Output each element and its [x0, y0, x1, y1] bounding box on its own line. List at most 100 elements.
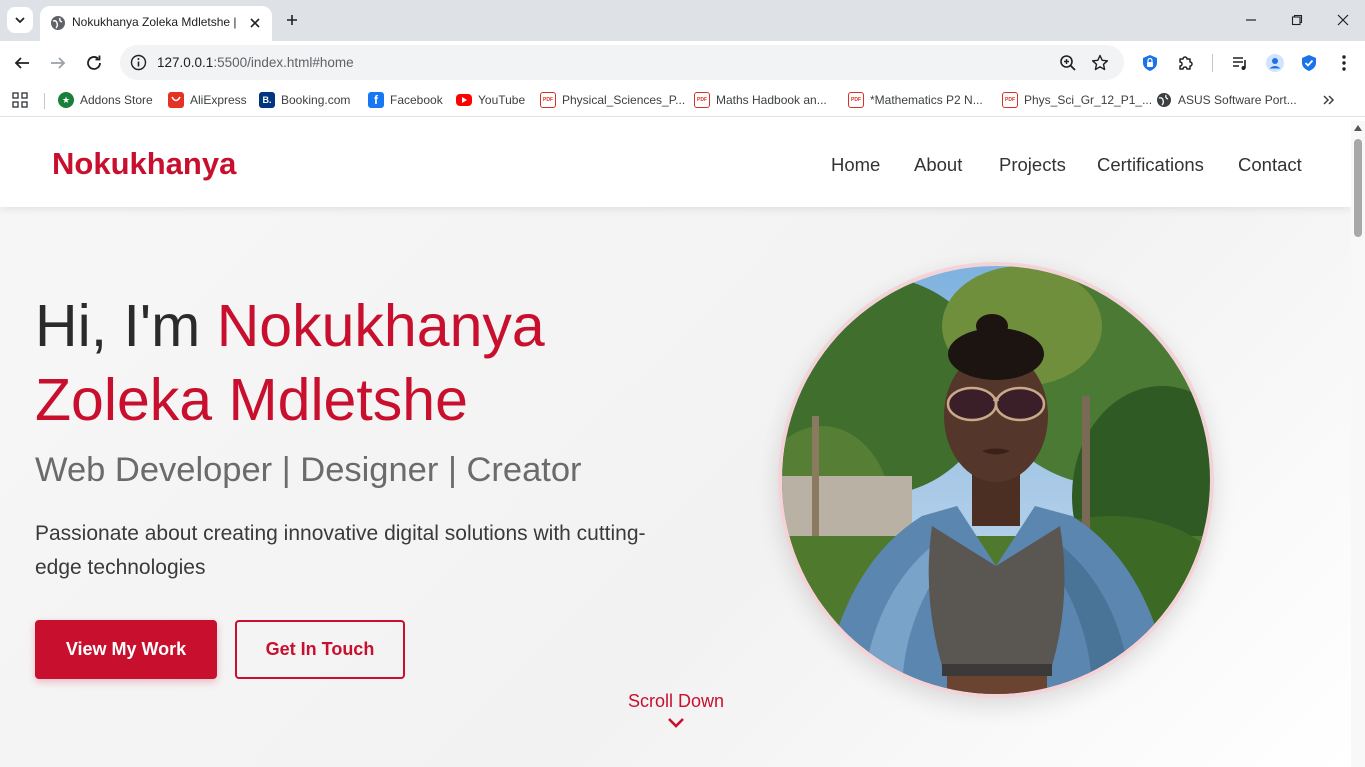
tab-title: Nokukhanya Zoleka Mdletshe | — [72, 15, 237, 29]
shield-check-icon — [1302, 55, 1316, 71]
bookmark-label: Maths Hadbook an... — [716, 93, 827, 107]
plus-icon — [287, 15, 297, 25]
bookmark-label: Phys_Sci_Gr_12_P1_... — [1024, 93, 1153, 107]
close-icon — [250, 18, 260, 28]
nav-link-projects[interactable]: Projects — [999, 154, 1066, 176]
security-extension-button[interactable] — [1297, 51, 1321, 75]
bookmark-maths-handbook[interactable]: PDF Maths Hadbook an... — [694, 91, 827, 109]
back-button[interactable] — [9, 50, 35, 76]
url-text[interactable]: 127.0.0.1:5500/index.html#home — [157, 55, 354, 70]
reload-button[interactable] — [81, 50, 107, 76]
url-path: :5500/index.html#home — [213, 55, 354, 70]
chevron-down-icon — [15, 17, 25, 24]
bookmark-facebook[interactable]: f Facebook — [368, 91, 443, 109]
nav-link-contact[interactable]: Contact — [1238, 154, 1302, 176]
playlist-icon — [1233, 57, 1246, 70]
pdf-icon: PDF — [1002, 92, 1018, 108]
site-header: Nokukhanya Home About Projects Certifica… — [0, 121, 1351, 207]
profile-button[interactable] — [1263, 51, 1287, 75]
restore-icon — [1291, 14, 1303, 26]
pdf-icon: PDF — [694, 92, 710, 108]
more-vert-icon — [1342, 55, 1346, 71]
bookmark-label: YouTube — [478, 93, 526, 107]
bookmark-star-button[interactable] — [1090, 53, 1110, 73]
apps-grid-icon — [12, 92, 28, 108]
bookmark-label: Addons Store — [80, 93, 153, 107]
browser-tab-strip: Nokukhanya Zoleka Mdletshe | — [0, 0, 1365, 41]
active-tab[interactable]: Nokukhanya Zoleka Mdletshe | — [40, 6, 272, 41]
url-host: 127.0.0.1 — [157, 55, 214, 70]
media-controls-button[interactable] — [1228, 51, 1252, 75]
tab-search-button[interactable] — [7, 7, 33, 33]
close-icon — [1337, 14, 1349, 26]
aliexpress-icon — [168, 92, 184, 108]
scroll-up-arrow-icon[interactable] — [1354, 125, 1362, 131]
nav-link-about[interactable]: About — [914, 154, 962, 176]
info-icon[interactable] — [130, 54, 147, 71]
star-icon — [1091, 54, 1109, 71]
nav-link-home[interactable]: Home — [831, 154, 880, 176]
view-my-work-button[interactable]: View My Work — [35, 620, 217, 679]
browser-menu-button[interactable] — [1332, 51, 1356, 75]
extension-shield-button[interactable] — [1138, 51, 1162, 75]
bookmark-label: AliExpress — [190, 93, 247, 107]
new-tab-button[interactable] — [281, 9, 303, 31]
bookmark-asus-software[interactable]: ASUS Software Port... — [1156, 91, 1297, 109]
apps-button[interactable] — [12, 91, 28, 109]
forward-button[interactable] — [45, 50, 71, 76]
youtube-icon — [456, 94, 472, 106]
page-scrollbar[interactable] — [1351, 121, 1365, 767]
arrow-left-icon — [14, 57, 29, 69]
avatar-icon — [1266, 54, 1284, 72]
bookmark-phys-sci-gr12[interactable]: PDF Phys_Sci_Gr_12_P1_... — [1002, 91, 1152, 109]
minimize-icon — [1246, 19, 1256, 21]
bookmark-aliexpress[interactable]: AliExpress — [168, 91, 247, 109]
hero-subtitle: Web Developer | Designer | Creator — [35, 451, 582, 489]
pdf-icon: PDF — [848, 92, 864, 108]
address-bar[interactable]: 127.0.0.1:5500/index.html#home — [120, 45, 1124, 80]
bookmark-label: Facebook — [390, 93, 443, 107]
portrait-illustration — [782, 266, 1210, 694]
scrollbar-thumb[interactable] — [1354, 139, 1362, 237]
close-window-button[interactable] — [1330, 8, 1356, 32]
shield-lock-icon — [1143, 55, 1157, 71]
bookmark-youtube[interactable]: YouTube — [456, 91, 525, 109]
bookmark-mathematics-p2[interactable]: PDF *Mathematics P2 N... — [848, 91, 983, 109]
hero-description: Passionate about creating innovative dig… — [35, 522, 646, 579]
double-chevron-right-icon — [1323, 95, 1335, 105]
pdf-icon: PDF — [540, 92, 556, 108]
bookmark-label: *Mathematics P2 N... — [870, 93, 983, 107]
bookmark-label: ASUS Software Port... — [1178, 93, 1297, 107]
hero-greeting: Hi, I'm — [35, 293, 217, 359]
zoom-in-icon — [1060, 55, 1076, 71]
asus-globe-icon — [1157, 93, 1171, 107]
profile-photo — [778, 262, 1214, 698]
bookmarks-bar: ★ Addons Store AliExpress B. Booking.com… — [0, 84, 1365, 117]
site-logo[interactable]: Nokukhanya — [52, 146, 236, 182]
scroll-down-label[interactable]: Scroll Down — [615, 691, 737, 712]
bookmark-addons-store[interactable]: ★ Addons Store — [58, 91, 153, 109]
reload-icon — [87, 55, 101, 70]
bookmark-label: Physical_Sciences_P... — [562, 93, 686, 107]
minimize-button[interactable] — [1238, 8, 1264, 32]
toolbar-divider — [1212, 54, 1213, 72]
zoom-button[interactable] — [1058, 53, 1078, 73]
restore-button[interactable] — [1284, 8, 1310, 32]
booking-icon: B. — [259, 92, 275, 108]
globe-icon — [51, 16, 65, 30]
hero-title: Hi, I'm Nokukhanya Zoleka Mdletshe — [35, 289, 735, 437]
browser-toolbar: 127.0.0.1:5500/index.html#home — [0, 41, 1365, 84]
tab-close-button[interactable] — [246, 14, 264, 32]
extensions-button[interactable] — [1174, 51, 1198, 75]
facebook-icon: f — [368, 92, 384, 108]
bookmarks-divider — [44, 93, 45, 109]
arrow-right-icon — [51, 57, 66, 69]
page-viewport: Nokukhanya Home About Projects Certifica… — [0, 121, 1351, 767]
bookmark-physical-sciences[interactable]: PDF Physical_Sciences_P... — [540, 91, 685, 109]
nav-link-certifications[interactable]: Certifications — [1097, 154, 1204, 176]
bookmarks-overflow-button[interactable] — [1322, 91, 1336, 109]
puzzle-icon — [1179, 56, 1193, 70]
chevron-down-icon[interactable] — [667, 717, 685, 729]
bookmark-booking[interactable]: B. Booking.com — [259, 91, 350, 109]
get-in-touch-button[interactable]: Get In Touch — [235, 620, 405, 679]
